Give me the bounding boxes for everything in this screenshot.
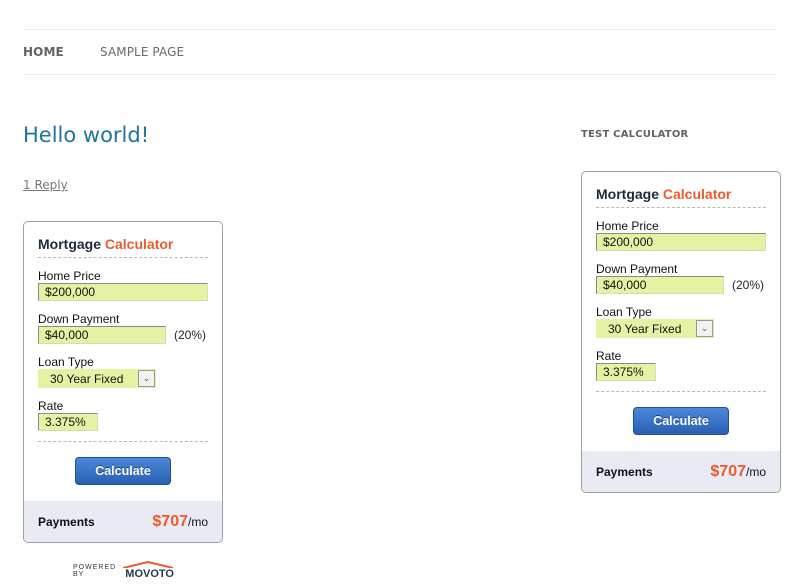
loan-type-value: 30 Year Fixed xyxy=(608,321,682,336)
payment-amount: $707 xyxy=(710,462,746,480)
movoto-brand: MOVOTO xyxy=(125,568,174,580)
down-payment-input[interactable]: $40,000 xyxy=(596,276,724,294)
calculator-title-part2: Calculator xyxy=(662,186,732,202)
payments-panel: Payments $707/mo xyxy=(24,501,222,542)
reply-link[interactable]: 1 Reply xyxy=(23,178,68,192)
rate-label: Rate xyxy=(38,399,64,413)
post-title[interactable]: Hello world! xyxy=(23,123,149,147)
loan-type-select[interactable]: 30 Year Fixed ⌄ xyxy=(596,319,714,338)
down-payment-input[interactable]: $40,000 xyxy=(38,326,166,344)
widget-title: TEST CALCULATOR xyxy=(581,129,689,140)
calculator-title-part1: Mortgage xyxy=(38,236,101,252)
roof-icon xyxy=(123,561,174,568)
chevron-down-icon[interactable]: ⌄ xyxy=(696,320,713,337)
mortgage-calculator-post: Mortgage Calculator Home Price $200,000 … xyxy=(23,221,223,543)
calculator-title: Mortgage Calculator xyxy=(38,236,208,258)
nav-item-home[interactable]: HOME xyxy=(23,45,64,59)
down-payment-label: Down Payment xyxy=(596,262,678,276)
home-price-label: Home Price xyxy=(38,269,101,283)
payments-panel: Payments $707/mo xyxy=(582,451,780,492)
calculator-title: Mortgage Calculator xyxy=(596,186,766,208)
payment-period: /mo xyxy=(187,514,208,529)
payment-amount: $707 xyxy=(152,512,188,530)
loan-type-value: 30 Year Fixed xyxy=(50,371,124,386)
loan-type-label: Loan Type xyxy=(38,355,94,369)
calculator-title-part1: Mortgage xyxy=(596,186,659,202)
down-payment-label: Down Payment xyxy=(38,312,120,326)
payments-label: Payments xyxy=(38,514,95,529)
calculate-button[interactable]: Calculate xyxy=(75,457,171,485)
calculate-button[interactable]: Calculate xyxy=(633,407,729,435)
home-price-input[interactable]: $200,000 xyxy=(596,233,766,251)
rate-input[interactable]: 3.375% xyxy=(38,413,98,431)
movoto-logo: MOVOTO xyxy=(123,561,174,580)
loan-type-select[interactable]: 30 Year Fixed ⌄ xyxy=(38,369,156,388)
home-price-label: Home Price xyxy=(596,219,659,233)
down-payment-percent: (20%) xyxy=(174,328,207,342)
calculator-title-part2: Calculator xyxy=(104,236,174,252)
main-navigation: HOME SAMPLE PAGE xyxy=(23,29,776,75)
powered-by-text: POWERED BY xyxy=(73,564,117,578)
rate-label: Rate xyxy=(596,349,622,363)
loan-type-label: Loan Type xyxy=(596,305,652,319)
powered-by-movoto-badge[interactable]: POWERED BY MOVOTO xyxy=(73,561,174,581)
mortgage-calculator-sidebar: Mortgage Calculator Home Price $200,000 … xyxy=(581,171,781,493)
payment-period: /mo xyxy=(745,464,766,479)
home-price-input[interactable]: $200,000 xyxy=(38,283,208,301)
payments-label: Payments xyxy=(596,464,653,479)
down-payment-percent: (20%) xyxy=(732,278,765,292)
chevron-down-icon[interactable]: ⌄ xyxy=(138,370,155,387)
nav-item-sample-page[interactable]: SAMPLE PAGE xyxy=(100,45,184,59)
rate-input[interactable]: 3.375% xyxy=(596,363,656,381)
